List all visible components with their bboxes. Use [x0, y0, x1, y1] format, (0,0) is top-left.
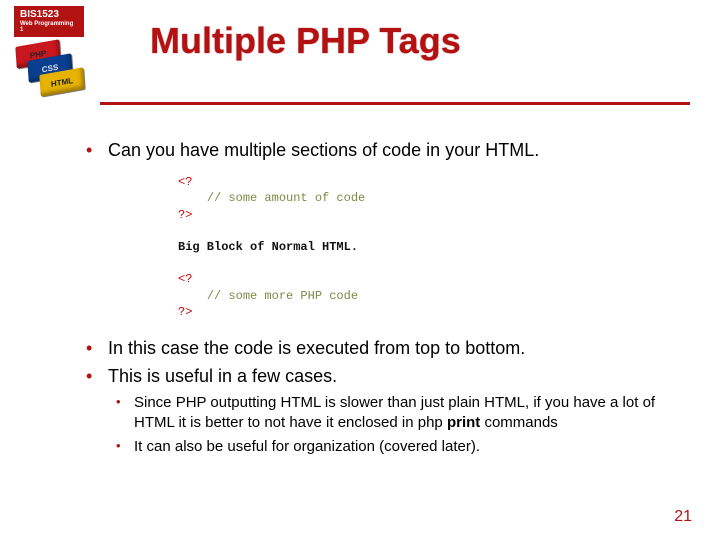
- course-code: BIS1523: [20, 9, 78, 20]
- sub1-bold: print: [447, 414, 480, 431]
- title-divider: [100, 102, 690, 105]
- lego-bricks-icon: PHP CSS HTML: [14, 41, 104, 111]
- course-subtitle: Web Programming 1: [20, 21, 78, 33]
- sub1-pre: Since PHP outputting HTML is slower than…: [134, 394, 655, 431]
- sub-bullet-1: Since PHP outputting HTML is slower than…: [108, 393, 680, 434]
- page-number: 21: [674, 508, 692, 526]
- bullet-3-text: This is useful in a few cases.: [108, 366, 337, 386]
- code-example: <? // some amount of code ?> Big Block o…: [178, 174, 680, 320]
- slide-body: Can you have multiple sections of code i…: [80, 138, 680, 461]
- code-html-block: Big Block of Normal HTML.: [178, 240, 358, 254]
- code-comment-2: // some more PHP code: [207, 289, 358, 303]
- bullet-3: This is useful in a few cases. Since PHP…: [80, 364, 680, 457]
- bullet-list: Can you have multiple sections of code i…: [80, 138, 680, 162]
- slide-title: Multiple PHP Tags: [150, 20, 461, 62]
- sub1-post: commands: [480, 414, 558, 431]
- bullet-list-2: In this case the code is executed from t…: [80, 336, 680, 457]
- slide: BIS1523 Web Programming 1 PHP CSS HTML M…: [0, 0, 720, 540]
- code-close-2: ?>: [178, 305, 192, 319]
- course-tag: BIS1523 Web Programming 1: [14, 6, 84, 37]
- code-close-1: ?>: [178, 208, 192, 222]
- sub-bullet-2: It can also be useful for organization (…: [108, 437, 680, 457]
- course-logo: BIS1523 Web Programming 1 PHP CSS HTML: [14, 6, 104, 111]
- slide-header: BIS1523 Web Programming 1 PHP CSS HTML M…: [0, 0, 720, 120]
- sub-bullet-list: Since PHP outputting HTML is slower than…: [108, 393, 680, 458]
- code-open-2: <?: [178, 272, 192, 286]
- code-open-1: <?: [178, 175, 192, 189]
- code-comment-1: // some amount of code: [207, 191, 365, 205]
- bullet-2: In this case the code is executed from t…: [80, 336, 680, 360]
- bullet-1: Can you have multiple sections of code i…: [80, 138, 680, 162]
